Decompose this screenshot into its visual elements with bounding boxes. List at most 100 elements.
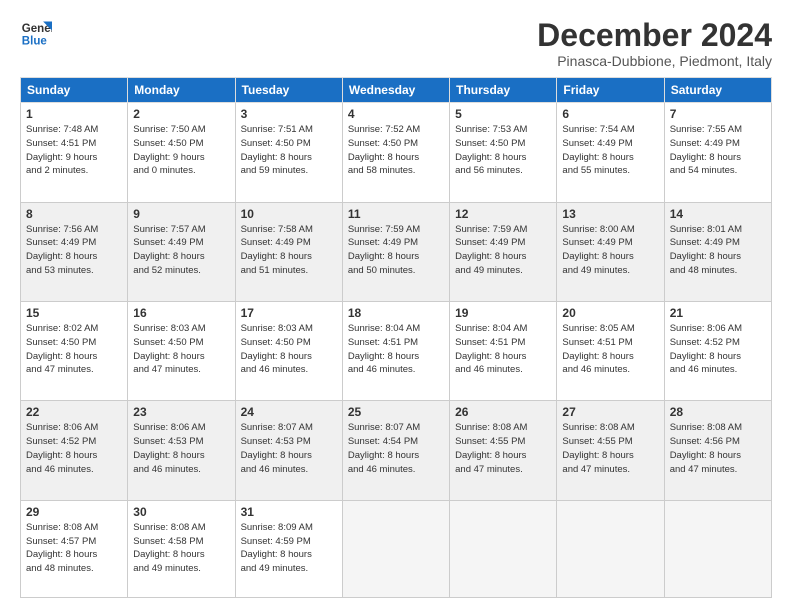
- day-info: Sunrise: 8:09 AMSunset: 4:59 PMDaylight:…: [241, 521, 337, 576]
- day-number: 27: [562, 405, 658, 419]
- day-info: Sunrise: 8:06 AMSunset: 4:52 PMDaylight:…: [670, 322, 766, 377]
- table-row: 22Sunrise: 8:06 AMSunset: 4:52 PMDayligh…: [21, 401, 128, 500]
- day-number: 26: [455, 405, 551, 419]
- day-number: 30: [133, 505, 229, 519]
- day-info: Sunrise: 7:48 AMSunset: 4:51 PMDaylight:…: [26, 123, 122, 178]
- day-info: Sunrise: 8:05 AMSunset: 4:51 PMDaylight:…: [562, 322, 658, 377]
- day-number: 6: [562, 107, 658, 121]
- day-number: 1: [26, 107, 122, 121]
- day-info: Sunrise: 7:50 AMSunset: 4:50 PMDaylight:…: [133, 123, 229, 178]
- day-info: Sunrise: 8:03 AMSunset: 4:50 PMDaylight:…: [241, 322, 337, 377]
- table-row: [342, 500, 449, 597]
- table-row: 10 Sunrise: 7:58 AMSunset: 4:49 PMDayligh…: [235, 202, 342, 301]
- day-info: Sunrise: 8:08 AMSunset: 4:55 PMDaylight:…: [562, 421, 658, 476]
- calendar-header-row: Sunday Monday Tuesday Wednesday Thursday…: [21, 78, 772, 103]
- day-info: Sunrise: 7:56 AMSunset: 4:49 PMDaylight:…: [26, 223, 122, 278]
- day-info: Sunrise: 8:03 AMSunset: 4:50 PMDaylight:…: [133, 322, 229, 377]
- day-info: Sunrise: 8:08 AMSunset: 4:58 PMDaylight:…: [133, 521, 229, 576]
- calendar-table: Sunday Monday Tuesday Wednesday Thursday…: [20, 77, 772, 598]
- day-number: 21: [670, 306, 766, 320]
- calendar-page: General Blue December 2024 Pinasca-Dubbi…: [0, 0, 792, 612]
- table-row: 11Sunrise: 7:59 AMSunset: 4:49 PMDayligh…: [342, 202, 449, 301]
- table-row: 3Sunrise: 7:51 AMSunset: 4:50 PMDaylight…: [235, 103, 342, 202]
- col-saturday: Saturday: [664, 78, 771, 103]
- col-tuesday: Tuesday: [235, 78, 342, 103]
- table-row: [664, 500, 771, 597]
- day-info: Sunrise: 8:07 AMSunset: 4:54 PMDaylight:…: [348, 421, 444, 476]
- day-info: Sunrise: 8:06 AMSunset: 4:53 PMDaylight:…: [133, 421, 229, 476]
- table-row: 19 Sunrise: 8:04 AMSunset: 4:51 PMDayligh…: [450, 302, 557, 401]
- day-number: 29: [26, 505, 122, 519]
- col-monday: Monday: [128, 78, 235, 103]
- day-number: 20: [562, 306, 658, 320]
- svg-text:Blue: Blue: [22, 36, 48, 48]
- day-number: 28: [670, 405, 766, 419]
- logo: General Blue: [20, 18, 52, 50]
- day-number: 3: [241, 107, 337, 121]
- table-row: 4 Sunrise: 7:52 AMSunset: 4:50 PMDaylight…: [342, 103, 449, 202]
- table-row: 20 Sunrise: 8:05 AMSunset: 4:51 PMDayligh…: [557, 302, 664, 401]
- day-info: Sunrise: 8:04 AMSunset: 4:51 PMDaylight:…: [455, 322, 551, 377]
- day-number: 12: [455, 207, 551, 221]
- table-row: 21 Sunrise: 8:06 AMSunset: 4:52 PMDayligh…: [664, 302, 771, 401]
- day-number: 16: [133, 306, 229, 320]
- header: General Blue December 2024 Pinasca-Dubbi…: [20, 18, 772, 69]
- table-row: 27 Sunrise: 8:08 AMSunset: 4:55 PMDayligh…: [557, 401, 664, 500]
- day-number: 18: [348, 306, 444, 320]
- table-row: 7 Sunrise: 7:55 AMSunset: 4:49 PMDaylight…: [664, 103, 771, 202]
- day-info: Sunrise: 8:02 AMSunset: 4:50 PMDaylight:…: [26, 322, 122, 377]
- day-number: 19: [455, 306, 551, 320]
- day-number: 13: [562, 207, 658, 221]
- day-number: 24: [241, 405, 337, 419]
- day-info: Sunrise: 7:52 AMSunset: 4:50 PMDaylight:…: [348, 123, 444, 178]
- table-row: [450, 500, 557, 597]
- table-row: 24 Sunrise: 8:07 AMSunset: 4:53 PMDayligh…: [235, 401, 342, 500]
- calendar-week-row: 8 Sunrise: 7:56 AMSunset: 4:49 PMDaylight…: [21, 202, 772, 301]
- table-row: 25 Sunrise: 8:07 AMSunset: 4:54 PMDayligh…: [342, 401, 449, 500]
- day-info: Sunrise: 8:08 AMSunset: 4:57 PMDaylight:…: [26, 521, 122, 576]
- calendar-week-row: 22Sunrise: 8:06 AMSunset: 4:52 PMDayligh…: [21, 401, 772, 500]
- table-row: 1 Sunrise: 7:48 AMSunset: 4:51 PMDaylight…: [21, 103, 128, 202]
- col-thursday: Thursday: [450, 78, 557, 103]
- table-row: 30 Sunrise: 8:08 AMSunset: 4:58 PMDayligh…: [128, 500, 235, 597]
- day-info: Sunrise: 7:57 AMSunset: 4:49 PMDaylight:…: [133, 223, 229, 278]
- table-row: 23Sunrise: 8:06 AMSunset: 4:53 PMDayligh…: [128, 401, 235, 500]
- day-number: 22: [26, 405, 122, 419]
- day-number: 7: [670, 107, 766, 121]
- table-row: 29 Sunrise: 8:08 AMSunset: 4:57 PMDayligh…: [21, 500, 128, 597]
- day-info: Sunrise: 7:54 AMSunset: 4:49 PMDaylight:…: [562, 123, 658, 178]
- day-info: Sunrise: 7:59 AMSunset: 4:49 PMDaylight:…: [455, 223, 551, 278]
- day-number: 25: [348, 405, 444, 419]
- table-row: 9 Sunrise: 7:57 AMSunset: 4:49 PMDaylight…: [128, 202, 235, 301]
- day-number: 15: [26, 306, 122, 320]
- day-number: 4: [348, 107, 444, 121]
- table-row: 8 Sunrise: 7:56 AMSunset: 4:49 PMDaylight…: [21, 202, 128, 301]
- day-number: 31: [241, 505, 337, 519]
- table-row: 5Sunrise: 7:53 AMSunset: 4:50 PMDaylight…: [450, 103, 557, 202]
- col-sunday: Sunday: [21, 78, 128, 103]
- location-subtitle: Pinasca-Dubbione, Piedmont, Italy: [537, 53, 772, 69]
- day-number: 17: [241, 306, 337, 320]
- table-row: 15 Sunrise: 8:02 AMSunset: 4:50 PMDayligh…: [21, 302, 128, 401]
- day-number: 11: [348, 207, 444, 221]
- logo-icon: General Blue: [20, 18, 52, 50]
- table-row: 26 Sunrise: 8:08 AMSunset: 4:55 PMDayligh…: [450, 401, 557, 500]
- day-number: 9: [133, 207, 229, 221]
- day-info: Sunrise: 8:07 AMSunset: 4:53 PMDaylight:…: [241, 421, 337, 476]
- day-info: Sunrise: 7:58 AMSunset: 4:49 PMDaylight:…: [241, 223, 337, 278]
- day-info: Sunrise: 8:08 AMSunset: 4:56 PMDaylight:…: [670, 421, 766, 476]
- day-number: 2: [133, 107, 229, 121]
- day-number: 8: [26, 207, 122, 221]
- day-info: Sunrise: 7:55 AMSunset: 4:49 PMDaylight:…: [670, 123, 766, 178]
- day-number: 10: [241, 207, 337, 221]
- calendar-week-row: 15 Sunrise: 8:02 AMSunset: 4:50 PMDayligh…: [21, 302, 772, 401]
- table-row: 16 Sunrise: 8:03 AMSunset: 4:50 PMDayligh…: [128, 302, 235, 401]
- day-info: Sunrise: 8:08 AMSunset: 4:55 PMDaylight:…: [455, 421, 551, 476]
- day-info: Sunrise: 8:04 AMSunset: 4:51 PMDaylight:…: [348, 322, 444, 377]
- table-row: 14Sunrise: 8:01 AMSunset: 4:49 PMDayligh…: [664, 202, 771, 301]
- calendar-week-row: 29 Sunrise: 8:08 AMSunset: 4:57 PMDayligh…: [21, 500, 772, 597]
- table-row: 17 Sunrise: 8:03 AMSunset: 4:50 PMDayligh…: [235, 302, 342, 401]
- table-row: 6 Sunrise: 7:54 AMSunset: 4:49 PMDaylight…: [557, 103, 664, 202]
- day-info: Sunrise: 7:53 AMSunset: 4:50 PMDaylight:…: [455, 123, 551, 178]
- col-friday: Friday: [557, 78, 664, 103]
